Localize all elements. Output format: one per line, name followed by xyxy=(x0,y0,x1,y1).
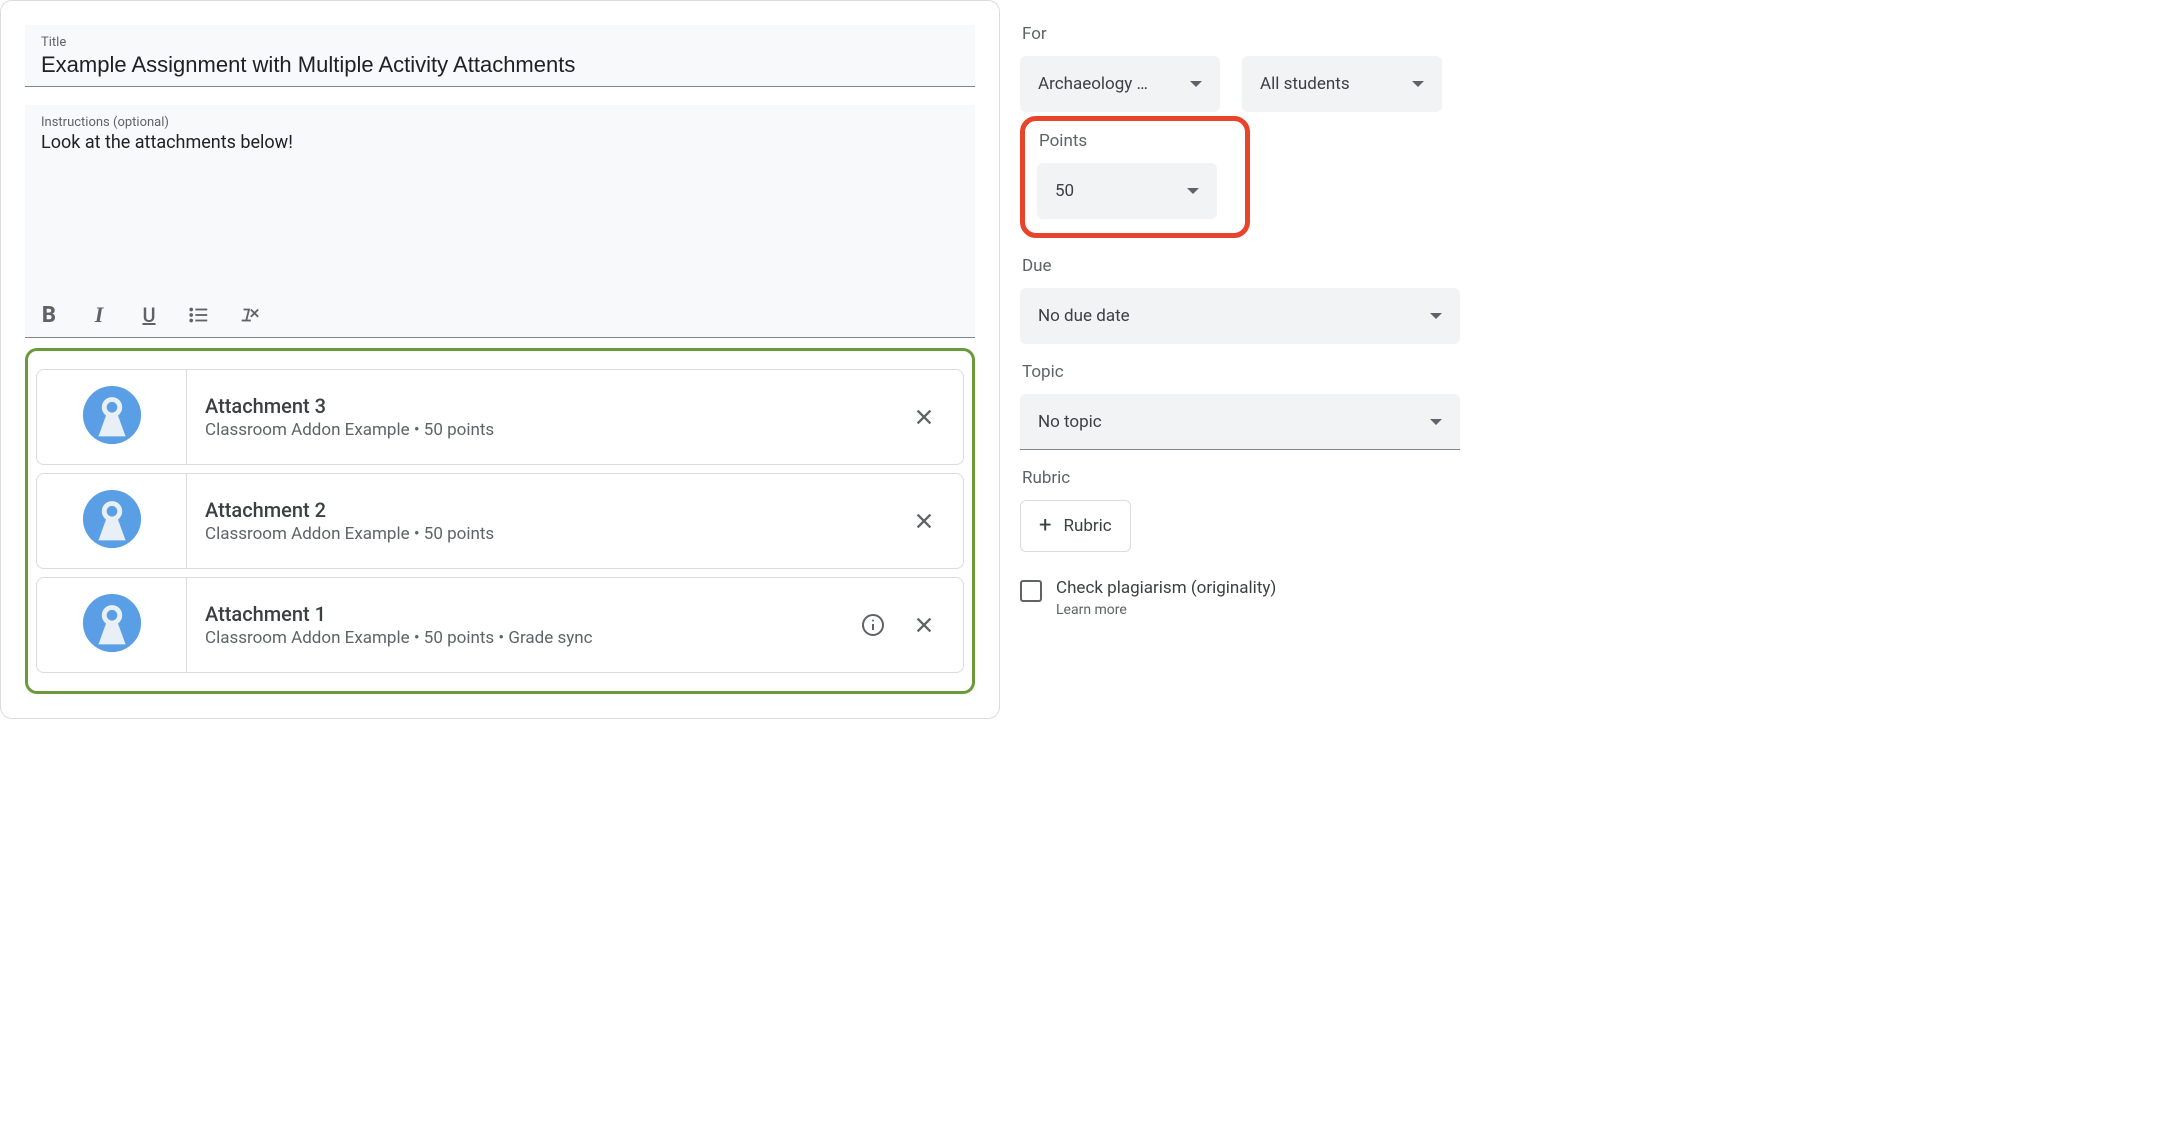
plagiarism-label: Check plagiarism (originality) xyxy=(1056,578,1276,598)
due-value: No due date xyxy=(1038,306,1130,326)
points-highlight: Points 50 xyxy=(1020,116,1250,238)
learn-more-link[interactable]: Learn more xyxy=(1056,602,1276,618)
attachment-actions xyxy=(913,510,963,532)
bullet-list-button[interactable] xyxy=(187,303,211,327)
info-icon[interactable] xyxy=(861,613,885,637)
rubric-button[interactable]: + Rubric xyxy=(1020,500,1131,552)
students-select[interactable]: All students xyxy=(1242,56,1442,112)
attachment-row[interactable]: Attachment 1 Classroom Addon Example • 5… xyxy=(36,577,964,673)
format-toolbar: B I U xyxy=(25,295,975,338)
topic-value: No topic xyxy=(1038,412,1102,432)
attachment-icon-cell xyxy=(37,578,187,672)
plus-icon: + xyxy=(1039,515,1051,537)
due-label: Due xyxy=(1022,256,1460,276)
students-select-value: All students xyxy=(1260,74,1350,94)
attachment-title: Attachment 1 xyxy=(205,602,843,626)
attachment-title: Attachment 3 xyxy=(205,394,895,418)
attachments-group: Attachment 3 Classroom Addon Example • 5… xyxy=(25,348,975,694)
chevron-down-icon xyxy=(1430,313,1442,319)
attachment-body: Attachment 3 Classroom Addon Example • 5… xyxy=(187,394,913,440)
remove-attachment-button[interactable] xyxy=(913,406,935,428)
for-label: For xyxy=(1022,24,1460,44)
attachment-title: Attachment 2 xyxy=(205,498,895,522)
addon-icon xyxy=(81,384,143,450)
instructions-label: Instructions (optional) xyxy=(41,115,959,130)
instructions-input[interactable]: Look at the attachments below! xyxy=(41,132,959,153)
topic-label: Topic xyxy=(1022,362,1460,382)
attachment-subtitle: Classroom Addon Example • 50 points xyxy=(205,420,895,440)
title-input[interactable] xyxy=(41,52,959,78)
remove-attachment-button[interactable] xyxy=(913,510,935,532)
chevron-down-icon xyxy=(1430,419,1442,425)
assignment-sidebar: For Archaeology … All students Points 50… xyxy=(1020,0,1470,719)
bold-button[interactable]: B xyxy=(37,303,61,327)
class-select[interactable]: Archaeology … xyxy=(1020,56,1220,112)
attachment-actions xyxy=(913,406,963,428)
instructions-field[interactable]: Instructions (optional) Look at the atta… xyxy=(25,105,975,295)
rubric-button-label: Rubric xyxy=(1063,516,1111,536)
chevron-down-icon xyxy=(1187,188,1199,194)
attachment-icon-cell xyxy=(37,474,187,568)
plagiarism-checkbox[interactable] xyxy=(1020,580,1042,602)
chevron-down-icon xyxy=(1190,81,1202,87)
attachment-icon-cell xyxy=(37,370,187,464)
chevron-down-icon xyxy=(1412,81,1424,87)
topic-select[interactable]: No topic xyxy=(1020,394,1460,450)
attachment-body: Attachment 2 Classroom Addon Example • 5… xyxy=(187,498,913,544)
due-select[interactable]: No due date xyxy=(1020,288,1460,344)
remove-attachment-button[interactable] xyxy=(913,614,935,636)
attachment-row[interactable]: Attachment 2 Classroom Addon Example • 5… xyxy=(36,473,964,569)
assignment-editor-card: Title Instructions (optional) Look at th… xyxy=(0,0,1000,719)
addon-icon xyxy=(81,592,143,658)
clear-format-button[interactable] xyxy=(237,303,261,327)
rubric-label: Rubric xyxy=(1022,468,1460,488)
italic-button[interactable]: I xyxy=(87,303,111,327)
underline-button[interactable]: U xyxy=(137,303,161,327)
attachment-subtitle: Classroom Addon Example • 50 points xyxy=(205,524,895,544)
points-select[interactable]: 50 xyxy=(1037,163,1217,219)
attachment-row[interactable]: Attachment 3 Classroom Addon Example • 5… xyxy=(36,369,964,465)
title-field[interactable]: Title xyxy=(25,25,975,87)
attachment-actions xyxy=(861,613,963,637)
points-label: Points xyxy=(1039,131,1233,151)
title-label: Title xyxy=(41,35,959,50)
points-value: 50 xyxy=(1055,181,1074,201)
class-select-value: Archaeology … xyxy=(1038,74,1148,94)
addon-icon xyxy=(81,488,143,554)
attachment-subtitle: Classroom Addon Example • 50 points • Gr… xyxy=(205,628,843,648)
attachment-body: Attachment 1 Classroom Addon Example • 5… xyxy=(187,602,861,648)
